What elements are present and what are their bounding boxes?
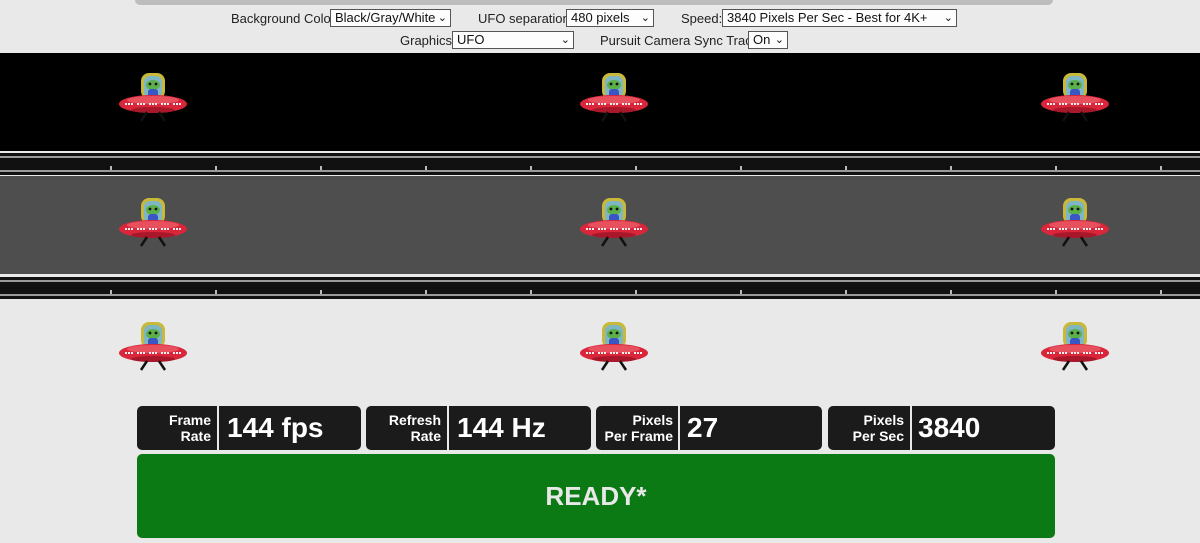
pixels-per-frame-label-line2: Per Frame [604,428,673,444]
refresh-rate-label-line1: Refresh [388,412,441,428]
ufo-separation-select[interactable]: 480 pixels ⌄ [566,9,654,27]
track-tick [215,166,217,170]
ufo-alien-icon [117,320,189,380]
white-lane [0,300,1200,405]
chevron-down-icon: ⌄ [560,34,570,46]
stat-divider [678,406,680,450]
track-tick [950,290,952,294]
track-tick [320,166,322,170]
stat-divider [217,406,219,450]
track-tick [845,290,847,294]
track-tick [1160,290,1162,294]
ufo-alien-icon [578,196,650,256]
frame-rate-box: Frame Rate 144 fps [137,406,361,450]
speed-label: Speed: [681,11,723,26]
refresh-rate-label-line2: Rate [410,428,441,444]
stat-divider [447,406,449,450]
ufo-alien-icon [117,71,189,131]
track-tick [320,290,322,294]
track-tick [950,166,952,170]
track-tick [635,166,637,170]
track-tick [635,290,637,294]
track-tick [110,290,112,294]
track-tick [740,290,742,294]
ufo-separation-value: 480 pixels [571,10,630,25]
background-color-select[interactable]: Black/Gray/White ⌄ [330,9,451,27]
ufo-alien-icon [578,320,650,380]
pixels-per-sec-box: Pixels Per Sec 3840 [828,406,1055,450]
pixels-per-frame-label-line1: Pixels [632,412,673,428]
pixels-per-sec-label-line1: Pixels [863,412,904,428]
sync-track-bottom [0,277,1200,299]
track-tick [110,166,112,170]
pixels-per-sec-label: Pixels Per Sec [828,412,904,444]
track-rail [0,280,1200,282]
pixels-per-frame-value: 27 [687,412,719,443]
pixels-per-frame-label: Pixels Per Frame [596,412,673,444]
frame-rate-label-line2: Rate [180,428,211,444]
refresh-rate-label: Refresh Rate [366,412,441,444]
pixels-per-sec-value: 3840 [918,412,981,443]
track-tick [425,290,427,294]
track-rail [0,156,1200,158]
ufo-alien-icon [1039,196,1111,256]
graphics-select[interactable]: UFO ⌄ [452,31,574,49]
sync-track-top [0,153,1200,175]
refresh-rate-box: Refresh Rate 144 Hz [366,406,591,450]
ufo-alien-icon [1039,71,1111,131]
pursuit-camera-label: Pursuit Camera Sync Track: [600,33,762,48]
pixels-per-frame-box: Pixels Per Frame 27 [596,406,822,450]
black-lane [0,53,1200,151]
chevron-down-icon: ⌄ [943,12,953,24]
speed-select[interactable]: 3840 Pixels Per Sec - Best for 4K+ ⌄ [722,9,957,27]
track-tick [740,166,742,170]
refresh-rate-value: 144 Hz [457,412,546,443]
stat-divider [910,406,912,450]
pursuit-camera-value: On [753,32,771,47]
chevron-down-icon: ⌄ [437,12,447,24]
chevron-down-icon: ⌄ [640,12,650,24]
pursuit-camera-select[interactable]: On ⌄ [748,31,788,49]
graphics-value: UFO [457,32,485,47]
ufo-alien-icon [117,196,189,256]
frame-rate-value: 144 fps [227,412,324,443]
track-tick [530,166,532,170]
frame-rate-label-line1: Frame [168,412,211,428]
track-tick [845,166,847,170]
ufo-alien-icon [1039,320,1111,380]
track-tick [1055,290,1057,294]
track-tick [1055,166,1057,170]
track-tick [530,290,532,294]
track-tick [425,166,427,170]
frame-rate-label: Frame Rate [137,412,211,444]
track-rail [0,294,1200,296]
ufo-separation-label: UFO separation: [478,11,574,26]
graphics-label: Graphics: [400,33,456,48]
background-color-value: Black/Gray/White [335,10,436,25]
track-rail [0,170,1200,172]
speed-value: 3840 Pixels Per Sec - Best for 4K+ [727,10,928,25]
top-panel-edge [135,0,1053,5]
track-tick [215,290,217,294]
background-color-label: Background Color: [231,11,339,26]
chevron-down-icon: ⌄ [774,34,784,46]
track-tick [1160,166,1162,170]
pixels-per-sec-label-line2: Per Sec [852,428,904,444]
ready-status-banner: READY* [137,454,1055,538]
gray-lane [0,176,1200,274]
ufo-alien-icon [578,71,650,131]
